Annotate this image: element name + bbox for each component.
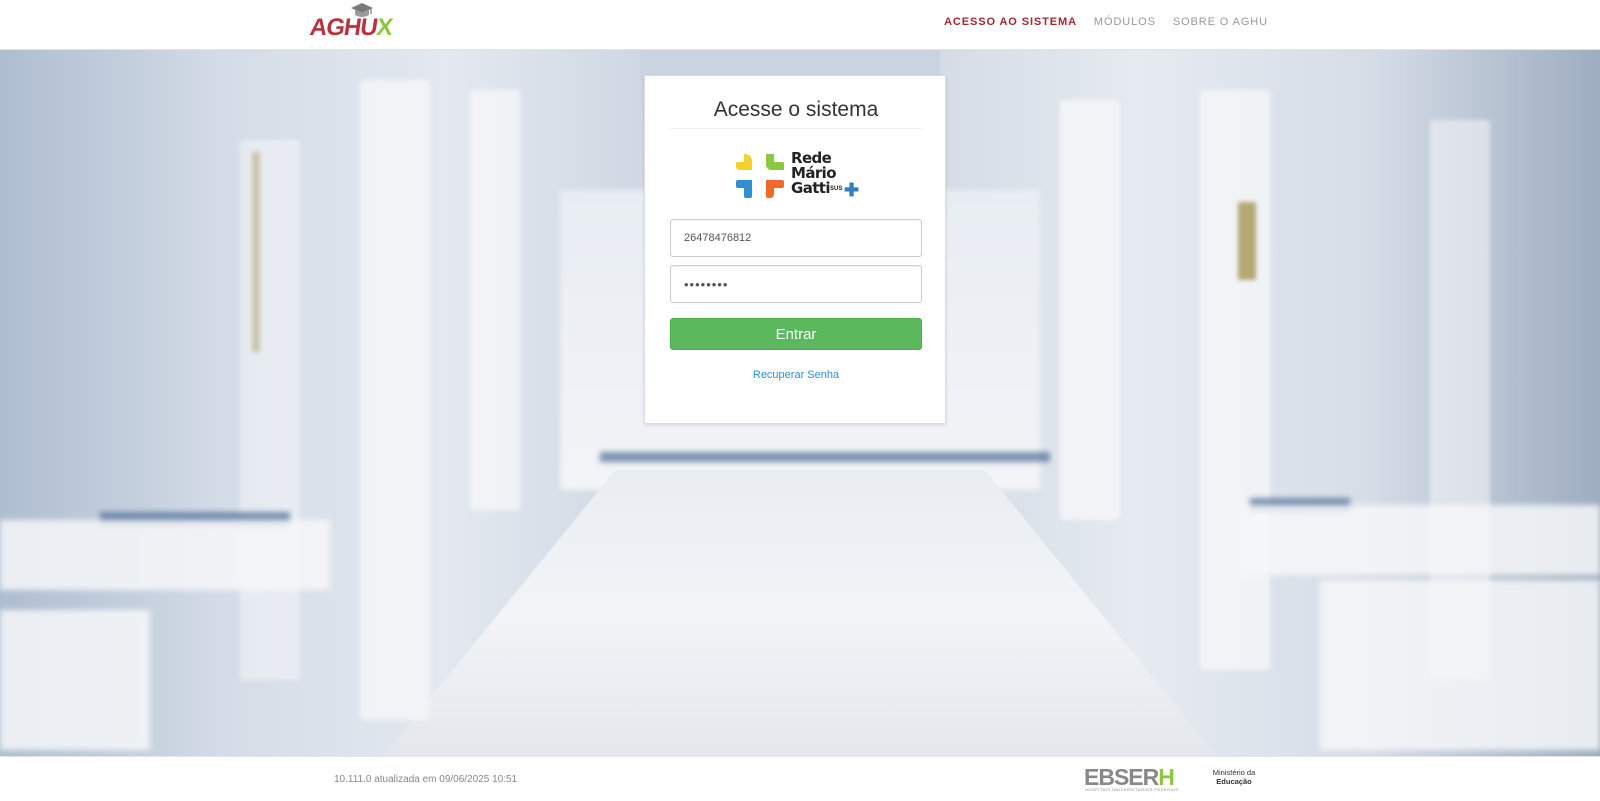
nav-sobre-o-aghu[interactable]: SOBRE O AGHU bbox=[1173, 16, 1268, 28]
recover-password-link[interactable]: Recuperar Senha bbox=[670, 369, 922, 381]
sus-label: SUS bbox=[830, 186, 843, 192]
nav-acesso-ao-sistema[interactable]: ACESSO AO SISTEMA bbox=[944, 16, 1077, 28]
aghux-logo[interactable]: AGHUX bbox=[308, 2, 394, 44]
username-input[interactable] bbox=[670, 219, 922, 257]
password-input[interactable] bbox=[670, 265, 922, 303]
ebserh-logo-subtitle: HOSPITAIS UNIVERSITÁRIOS FEDERAIS bbox=[1085, 787, 1179, 792]
login-card: Acesse o sistema Rede Mário Gatti SUS ✚ … bbox=[644, 75, 946, 424]
mec-line2: Educação bbox=[1216, 777, 1252, 786]
entrar-button[interactable]: Entrar bbox=[670, 318, 922, 350]
ebserh-logo: EBSERH HOSPITAIS UNIVERSITÁRIOS FEDERAIS bbox=[1084, 764, 1188, 792]
ministerio-educacao-logo: Ministério da Educação bbox=[1206, 768, 1262, 786]
main-nav: ACESSO AO SISTEMA MÓDULOS SOBRE O AGHU bbox=[944, 16, 1268, 28]
footer: 10.111.0 atualizada em 09/06/2025 10:51 … bbox=[0, 756, 1600, 801]
login-title: Acesse o sistema bbox=[670, 98, 922, 129]
nav-modulos[interactable]: MÓDULOS bbox=[1094, 16, 1156, 28]
graduation-cap-icon bbox=[351, 3, 373, 17]
rede-mario-gatti-logo: Rede Mário Gatti SUS ✚ bbox=[736, 151, 860, 200]
rede-mario-gatti-cross-icon bbox=[736, 154, 784, 198]
mec-line1: Ministério da bbox=[1212, 768, 1256, 777]
top-header: AGHUX ACESSO AO SISTEMA MÓDULOS SOBRE O … bbox=[0, 0, 1600, 50]
version-info: 10.111.0 atualizada em 09/06/2025 10:51 bbox=[334, 774, 518, 785]
sus-plus-icon: ✚ bbox=[844, 180, 860, 200]
